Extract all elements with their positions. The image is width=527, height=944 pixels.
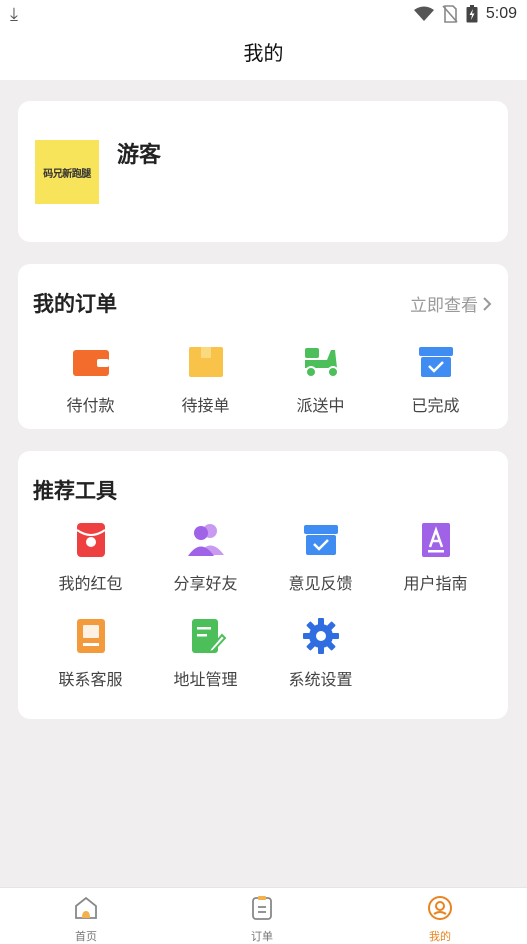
scooter-icon: [304, 348, 339, 378]
tool-item-label: 我的红包: [58, 574, 123, 593]
tool-settings[interactable]: 系统设置: [263, 616, 378, 690]
tool-red-envelope[interactable]: 我的红包: [33, 520, 148, 594]
tools-card: 推荐工具 我的红包 分享好友 意见反馈 用户指南 联系客服 地址管理 系统设置: [18, 451, 508, 719]
tab-label: 首页: [75, 930, 97, 943]
share-friends-icon: [187, 524, 224, 556]
tab-label: 订单: [251, 930, 273, 943]
tool-user-guide[interactable]: 用户指南: [378, 520, 493, 594]
tool-item-label: 分享好友: [173, 574, 238, 593]
tool-address[interactable]: 地址管理: [148, 616, 263, 690]
tool-customer-service[interactable]: 联系客服: [33, 616, 148, 690]
address-icon: [191, 619, 226, 654]
tab-label: 我的: [429, 930, 451, 943]
chevron-right-icon: [483, 296, 492, 311]
order-item-label: 已完成: [411, 396, 460, 415]
username: 游客: [117, 143, 162, 168]
red-envelope-icon: [75, 523, 106, 557]
order-completed[interactable]: 已完成: [378, 342, 493, 416]
wallet-icon: [72, 350, 109, 376]
no-sim-icon: [442, 5, 458, 23]
clock-time: 5:09: [485, 5, 517, 22]
tool-feedback[interactable]: 意见反馈: [263, 520, 378, 594]
tab-orders[interactable]: 订单: [212, 894, 312, 944]
tool-item-label: 地址管理: [173, 670, 238, 689]
status-bar: ⤓ 5:09: [0, 0, 527, 30]
tab-home[interactable]: 首页: [36, 894, 136, 944]
package-icon: [188, 347, 223, 377]
home-icon: [75, 896, 97, 919]
avatar[interactable]: 码兄新跑腿: [35, 140, 99, 204]
tab-profile[interactable]: 我的: [390, 894, 490, 944]
tool-item-label: 意见反馈: [288, 574, 353, 593]
profile-card[interactable]: 码兄新跑腿 游客: [18, 101, 508, 242]
tool-item-label: 联系客服: [58, 670, 123, 689]
download-icon: ⤓: [10, 4, 18, 25]
tools-title: 推荐工具: [33, 479, 117, 503]
settings-icon: [302, 618, 339, 654]
profile-icon: [428, 896, 452, 920]
box-check-icon: [418, 347, 453, 377]
order-awaiting-pickup[interactable]: 待接单: [148, 342, 263, 416]
view-all-orders-link[interactable]: 立即查看: [410, 291, 492, 316]
view-all-label: 立即查看: [410, 296, 478, 316]
order-icon: [252, 896, 272, 920]
bottom-tab-bar: 首页 订单 我的: [0, 887, 527, 944]
orders-title: 我的订单: [33, 292, 117, 316]
order-pending-payment[interactable]: 待付款: [33, 342, 148, 416]
battery-icon: [466, 5, 478, 23]
page-title: 我的: [243, 41, 284, 65]
order-item-label: 派送中: [296, 396, 345, 415]
user-guide-icon: [421, 523, 450, 557]
order-item-label: 待接单: [181, 396, 230, 415]
tool-share-friends[interactable]: 分享好友: [148, 520, 263, 594]
title-bar: 我的: [0, 30, 527, 80]
orders-card: 我的订单 立即查看 待付款 待接单 派送中 已完成: [18, 264, 508, 429]
tool-item-label: 系统设置: [288, 670, 353, 689]
avatar-logo-text: 码兄新跑腿: [43, 168, 91, 180]
customer-service-icon: [76, 619, 105, 653]
order-item-label: 待付款: [66, 396, 115, 415]
order-in-delivery[interactable]: 派送中: [263, 342, 378, 416]
feedback-icon: [303, 525, 338, 555]
wifi-icon: [413, 6, 434, 21]
status-icons: 5:09: [413, 5, 517, 23]
tool-item-label: 用户指南: [403, 574, 468, 593]
